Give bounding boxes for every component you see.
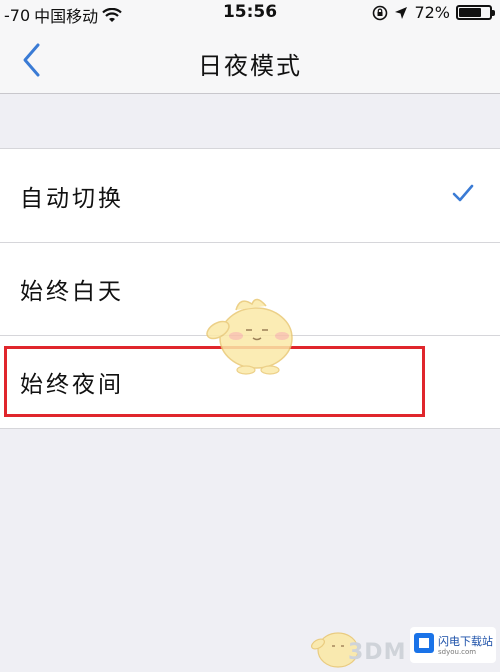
navigation-bar: 日夜模式 [0,26,500,94]
location-arrow-icon [395,6,408,19]
watermark-badge: 闪电下载站 sdyou.com [410,627,496,663]
download-site-logo-icon [414,633,434,653]
rotation-lock-icon [373,5,388,20]
watermark-badge-text: 闪电下载站 [438,635,493,648]
battery-percent: 72% [414,3,450,22]
battery-icon [456,5,495,20]
battery-fill [459,8,481,17]
checkmark-icon [452,184,474,202]
option-auto-switch[interactable]: 自动切换 [0,149,500,242]
watermark-3dm: 3DM [348,640,407,665]
page-title: 日夜模式 [198,52,302,80]
option-label: 自动切换 [20,186,124,212]
mascot-watermark-icon [206,298,293,375]
status-right: 72% [372,3,495,22]
status-bar: -70 中国移动 15:56 72% [0,0,500,26]
option-label: 始终白天 [20,279,124,305]
watermark-badge-sub: sdyou.com [438,648,477,656]
